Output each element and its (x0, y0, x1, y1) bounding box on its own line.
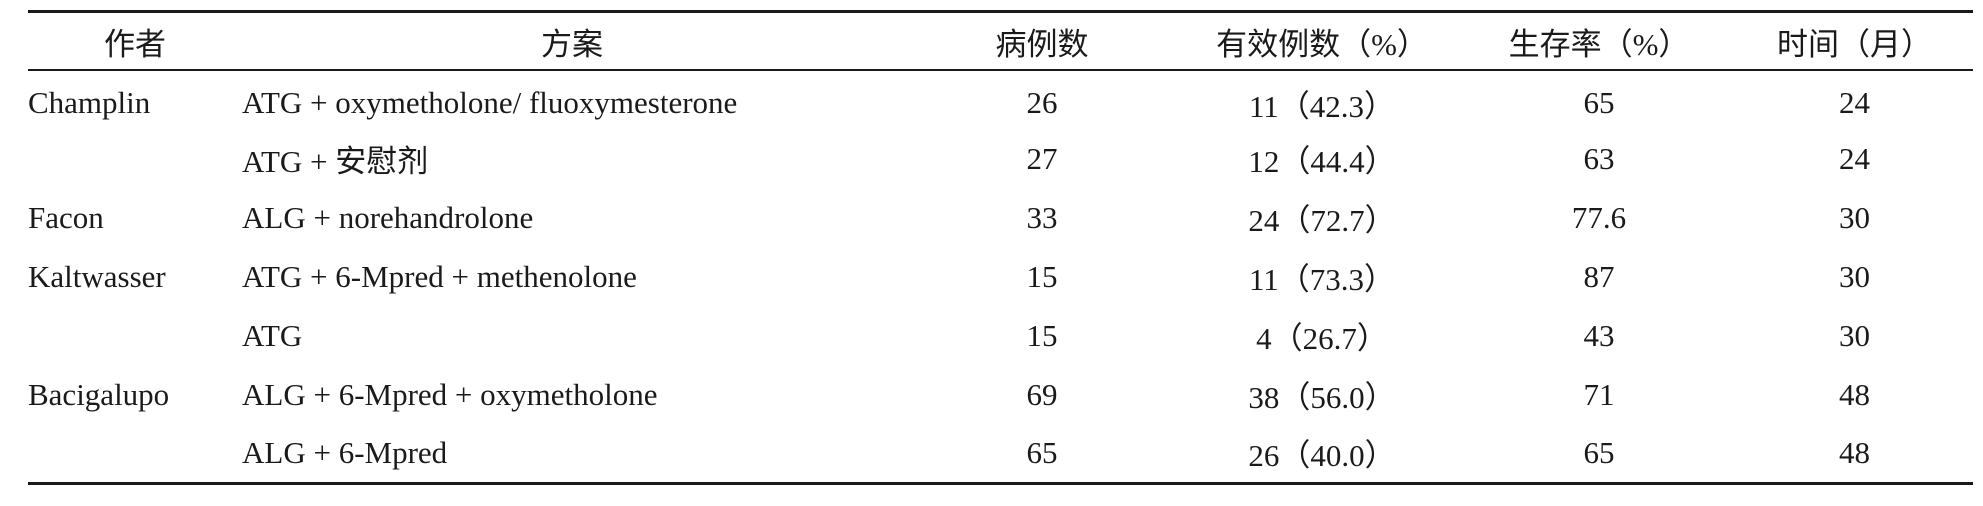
cell-time: 48 (1839, 434, 1870, 470)
cell-scheme: ATG (242, 317, 303, 353)
table-row: Bacigalupo ALG + 6-Mpred + oxymetholone … (28, 365, 1973, 424)
cell-effective: 12（44.4） (1248, 144, 1396, 179)
cell-author (28, 129, 242, 188)
cell-survival: 43 (1583, 317, 1615, 353)
cell-author: Kaltwasser (28, 258, 166, 294)
header-row: 作者 方案 病例数 有效例数（%） 生存率（%） 时间（月） (28, 11, 1973, 70)
table-body: Champlin ATG + oxymetholone/ fluoxymeste… (28, 70, 1973, 483)
cell-time: 30 (1839, 199, 1870, 235)
cell-survival: 77.6 (1571, 199, 1627, 235)
cell-time: 48 (1839, 376, 1870, 412)
cell-cases: 27 (1026, 140, 1058, 176)
cell-time: 30 (1839, 258, 1870, 294)
table-row: Facon ALG + norehandrolone 33 24（72.7） 7… (28, 188, 1973, 247)
cell-scheme: ALG + 6-Mpred (242, 434, 448, 470)
cell-effective: 24（72.7） (1248, 203, 1396, 238)
cell-author (28, 424, 242, 483)
cell-survival: 65 (1583, 434, 1615, 470)
cell-author: Bacigalupo (28, 376, 170, 412)
cell-time: 24 (1839, 140, 1870, 176)
cell-scheme: ATG + oxymetholone/ fluoxymesterone (242, 85, 738, 120)
cell-author (28, 306, 242, 365)
cell-scheme: ALG + norehandrolone (242, 199, 534, 235)
results-table: 作者 方案 病例数 有效例数（%） 生存率（%） 时间（月） Champlin … (28, 10, 1973, 485)
cell-author: Champlin (28, 85, 151, 120)
table-row: ATG + 安慰剂 27 12（44.4） 63 24 (28, 129, 1973, 188)
cell-cases: 26 (1026, 85, 1058, 120)
cell-cases: 33 (1026, 199, 1058, 235)
cell-time: 24 (1839, 85, 1870, 120)
cell-cases: 15 (1026, 258, 1058, 294)
header-effective: 有效例数（%） (1216, 26, 1428, 62)
header-scheme: 方案 (541, 26, 603, 62)
cell-survival: 87 (1583, 258, 1615, 294)
table-header: 作者 方案 病例数 有效例数（%） 生存率（%） 时间（月） (28, 11, 1973, 70)
table-row: ALG + 6-Mpred 65 26（40.0） 65 48 (28, 424, 1973, 483)
cell-cases: 65 (1026, 434, 1058, 470)
header-cases: 病例数 (995, 26, 1089, 62)
cell-author: Facon (28, 199, 104, 235)
header-time: 时间（月） (1777, 26, 1932, 62)
cell-survival: 71 (1583, 376, 1615, 412)
cell-cases: 69 (1026, 376, 1058, 412)
header-author: 作者 (104, 26, 166, 62)
cell-effective: 38（56.0） (1248, 380, 1396, 415)
cell-scheme: ATG + 安慰剂 (242, 144, 429, 179)
cell-effective: 4（26.7） (1256, 321, 1388, 356)
cell-effective: 11（73.3） (1248, 262, 1396, 297)
table-row: Kaltwasser ATG + 6-Mpred + methenolone 1… (28, 247, 1973, 306)
results-table-container: 作者 方案 病例数 有效例数（%） 生存率（%） 时间（月） Champlin … (28, 10, 1973, 485)
cell-effective: 26（40.0） (1248, 438, 1396, 474)
cell-cases: 15 (1026, 317, 1058, 353)
table-row: Champlin ATG + oxymetholone/ fluoxymeste… (28, 70, 1973, 129)
header-survival: 生存率（%） (1508, 26, 1690, 62)
cell-survival: 65 (1583, 85, 1615, 120)
table-row: ATG 15 4（26.7） 43 30 (28, 306, 1973, 365)
cell-scheme: ALG + 6-Mpred + oxymetholone (242, 376, 658, 412)
cell-time: 30 (1839, 317, 1870, 353)
cell-effective: 11（42.3） (1248, 88, 1396, 124)
cell-survival: 63 (1583, 140, 1615, 176)
cell-scheme: ATG + 6-Mpred + methenolone (242, 258, 637, 294)
